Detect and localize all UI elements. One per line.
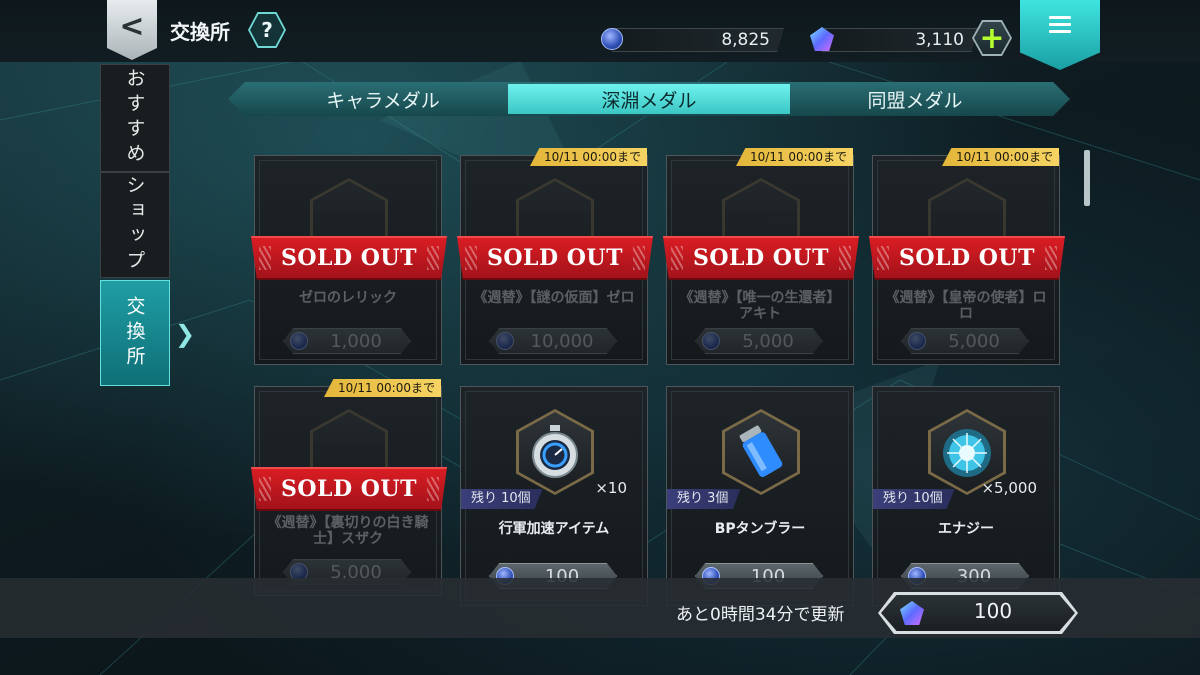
- item-name: 《週替》【唯一の生還者】アキト: [679, 290, 841, 322]
- item-name: BPタンブラー: [714, 521, 806, 537]
- chevron-left-icon: <: [119, 8, 145, 44]
- item-price: 5,000: [695, 328, 823, 354]
- remaining-stock: 残り 10個: [873, 489, 955, 509]
- deadline-badge: 10/11 00:00まで: [736, 148, 853, 166]
- shop-card-zero-mask[interactable]: 《週替》【謎の仮面】ゼロ 10,000 10/11 00:00まで SOLD O…: [457, 148, 653, 365]
- deadline-badge: 10/11 00:00まで: [324, 379, 441, 397]
- tab-chara-medal[interactable]: キャラメダル: [258, 84, 508, 114]
- tab-bar: キャラメダル 深淵メダル 同盟メダル: [228, 82, 1070, 116]
- sidebar-item-label: おすすめ: [123, 68, 146, 168]
- shop-card-akito[interactable]: 《週替》【唯一の生還者】アキト 5,000 10/11 00:00まで SOLD…: [663, 148, 859, 365]
- medal-coin-icon: [290, 332, 308, 350]
- bp-tumbler-icon: [739, 425, 783, 477]
- hamburger-icon: [1049, 16, 1071, 37]
- tab-alliance-medal[interactable]: 同盟メダル: [790, 84, 1040, 114]
- sold-out-banner: SOLD OUT: [869, 236, 1065, 280]
- refresh-cost: 100: [973, 599, 1013, 623]
- item-name: エナジー: [938, 521, 994, 537]
- item-price: 5,000: [901, 328, 1029, 354]
- item-name: ゼロのレリック: [299, 290, 397, 306]
- medal-coin-icon: [496, 332, 514, 350]
- deadline-badge: 10/11 00:00まで: [530, 148, 647, 166]
- item-quantity: ×5,000: [981, 479, 1037, 497]
- deadline-badge: 10/11 00:00まで: [942, 148, 1059, 166]
- plus-icon: +: [974, 22, 1010, 54]
- sidebar-item-recommended[interactable]: おすすめ: [100, 64, 170, 172]
- energy-orb-icon: [943, 429, 991, 477]
- sold-out-banner: SOLD OUT: [251, 467, 447, 511]
- remaining-stock: 残り 3個: [667, 489, 741, 509]
- price-value: 10,000: [530, 331, 594, 352]
- shop-card-rolo[interactable]: 《週替》【皇帝の使者】ロロ 5,000 10/11 00:00まで SOLD O…: [869, 148, 1065, 365]
- question-icon: ?: [250, 14, 284, 46]
- shop-card-bp-tumbler[interactable]: 残り 3個 BPタンブラー 100: [666, 386, 854, 606]
- medal-coin-icon: [601, 28, 623, 50]
- price-value: 5,000: [742, 331, 794, 352]
- sidebar-item-exchange[interactable]: 交換所: [100, 280, 170, 386]
- sidebar-item-label: 交換所: [123, 295, 146, 371]
- shop-card-march-accelerator[interactable]: 残り 10個 ×10 行軍加速アイテム 100: [460, 386, 648, 606]
- refresh-button[interactable]: 100: [878, 592, 1078, 634]
- sidebar-item-shop[interactable]: ショップ: [100, 172, 170, 278]
- item-price: 1,000: [283, 328, 411, 354]
- item-name: 《週替》【裏切りの白き騎士】スザク: [267, 515, 429, 547]
- page-title: 交換所: [170, 20, 230, 44]
- coin-value: 8,825: [721, 30, 770, 50]
- gem-counter: 3,110: [822, 28, 978, 52]
- remaining-stock: 残り 10個: [461, 489, 543, 509]
- shop-card-energy[interactable]: 残り 10個 ×5,000 エナジー 300: [872, 386, 1060, 606]
- item-name: 《週替》【謎の仮面】ゼロ: [473, 290, 635, 306]
- scrollbar[interactable]: [1084, 150, 1090, 206]
- coin-counter: 8,825: [612, 28, 784, 52]
- back-button[interactable]: <: [107, 0, 157, 60]
- medal-coin-icon: [702, 332, 720, 350]
- medal-coin-icon: [908, 332, 926, 350]
- chevron-right-icon: ❯: [175, 320, 196, 348]
- gem-value: 3,110: [915, 30, 964, 50]
- item-name: 《週替》【皇帝の使者】ロロ: [885, 290, 1047, 322]
- sold-out-banner: SOLD OUT: [251, 236, 447, 280]
- tab-label: キャラメダル: [326, 89, 440, 112]
- price-value: 1,000: [330, 331, 382, 352]
- tab-label: 同盟メダル: [867, 89, 963, 112]
- sidebar-item-label: ショップ: [123, 175, 146, 275]
- sold-out-banner: SOLD OUT: [457, 236, 653, 280]
- sold-out-banner: SOLD OUT: [663, 236, 859, 280]
- tab-label: 深淵メダル: [601, 89, 697, 112]
- tab-abyss-medal[interactable]: 深淵メダル: [508, 84, 790, 114]
- refresh-timer: あと0時間34分で更新: [676, 605, 845, 625]
- item-name: 行軍加速アイテム: [498, 521, 610, 537]
- shop-card-zero-relic[interactable]: ゼロのレリック 1,000 SOLD OUT: [251, 155, 447, 365]
- shop-card-suzaku[interactable]: 《週替》【裏切りの白き騎士】スザク 5,000 10/11 00:00まで SO…: [251, 379, 447, 596]
- item-quantity: ×10: [595, 479, 627, 497]
- price-value: 5,000: [948, 331, 1000, 352]
- item-price: 10,000: [489, 328, 617, 354]
- stopwatch-icon: [532, 425, 578, 478]
